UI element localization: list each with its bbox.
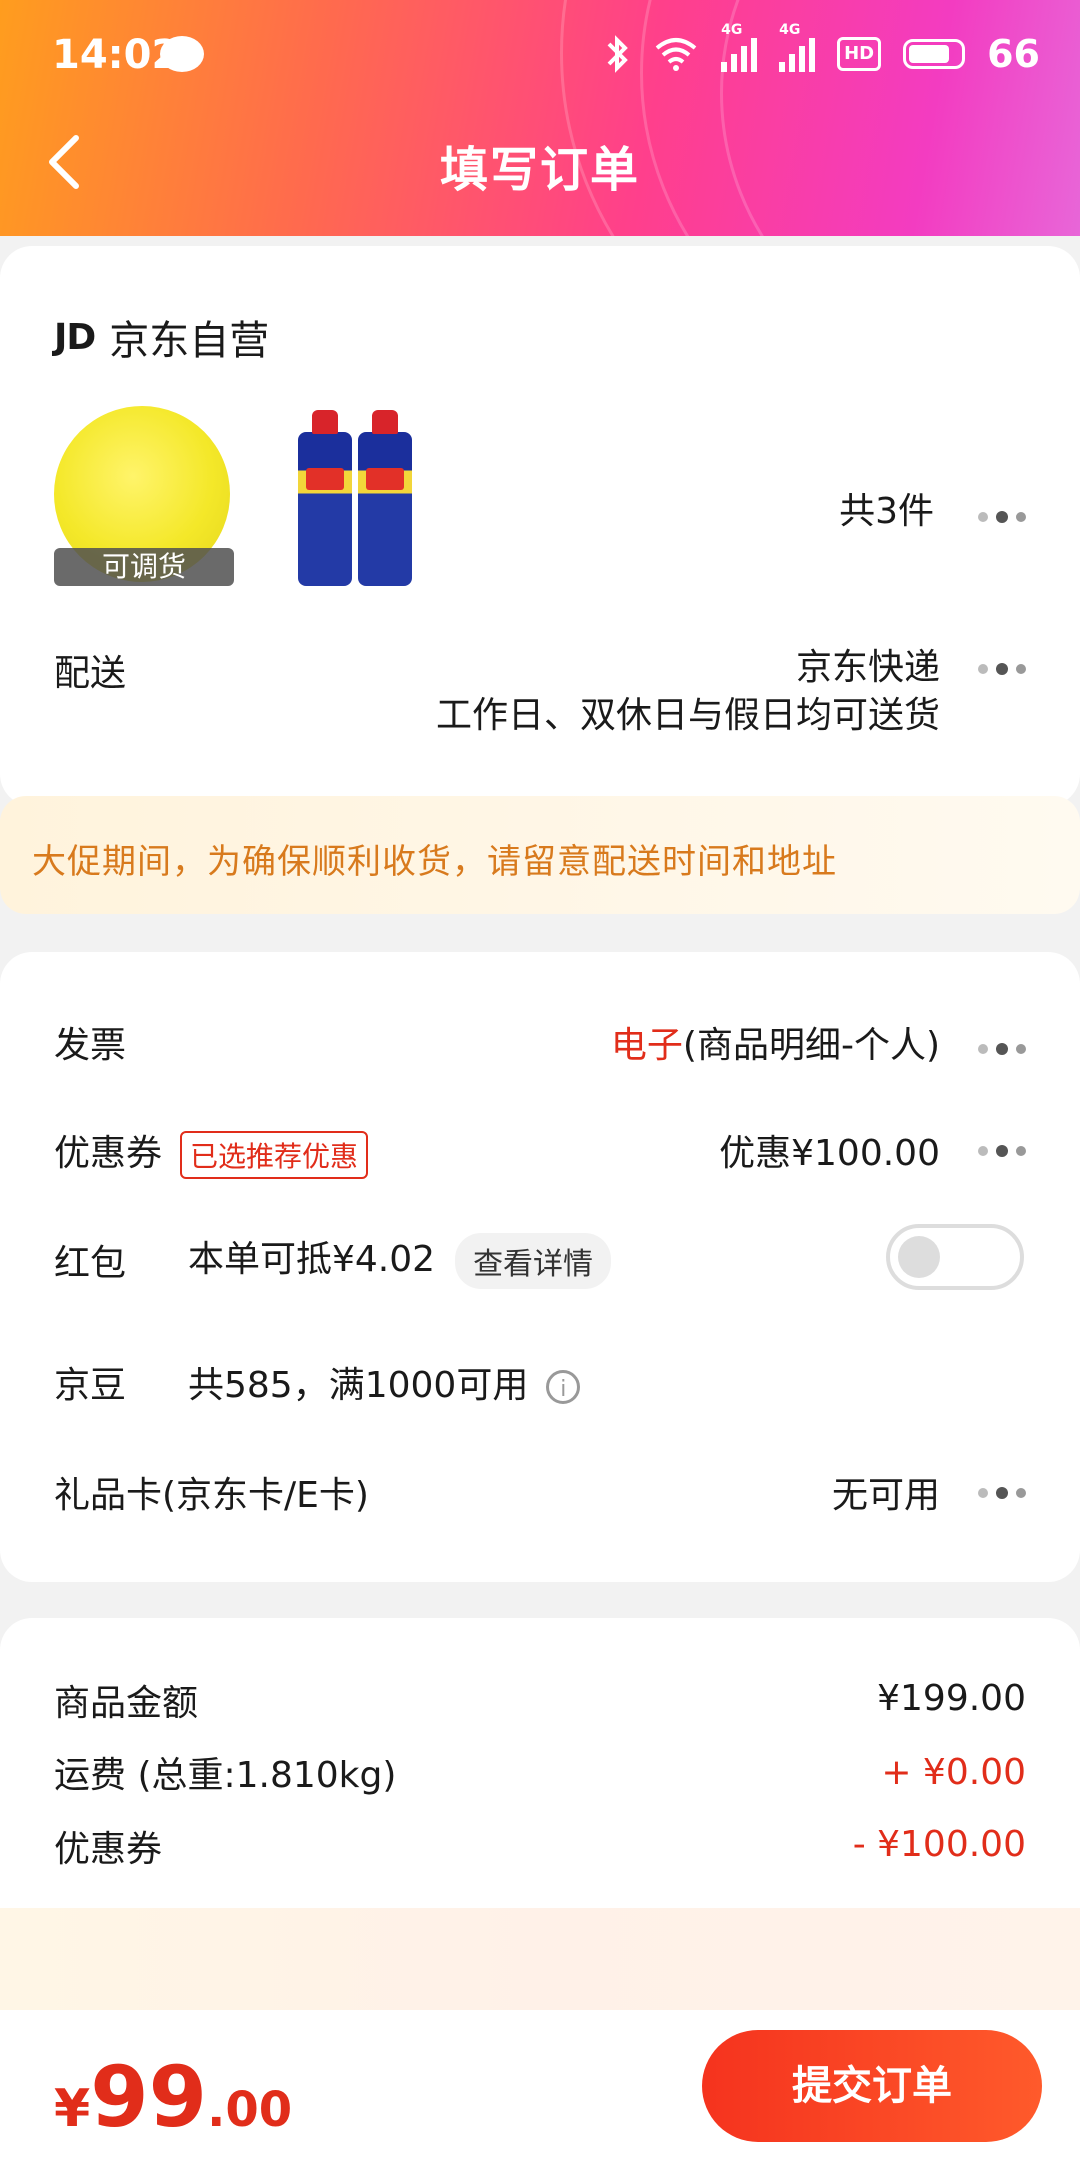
jdbean-info: 共585，满1000可用 i xyxy=(188,1356,581,1408)
order-items-card: JD 京东自营 可调货 共3件 配送 京东快递 工作日、双休日与假日均可送货 xyxy=(0,246,1080,806)
wd40-can-image xyxy=(358,410,412,586)
coupon-discount-value: - ¥100.00 xyxy=(852,1824,1026,1865)
delivery-more-icon[interactable] xyxy=(978,663,1026,676)
blurred-promo-strip xyxy=(0,1908,1080,2016)
delivery-time: 工作日、双休日与假日均可送货 xyxy=(435,695,940,736)
coupon-more-icon[interactable] xyxy=(978,1145,1026,1158)
invoice-value[interactable]: 电子(商品明细-个人) xyxy=(611,1016,940,1068)
jdbean-value: 共585，满1000可用 xyxy=(188,1365,529,1406)
jd-logo: JD xyxy=(54,316,96,358)
giftcard-more-icon[interactable] xyxy=(978,1487,1026,1500)
toggle-knob xyxy=(898,1236,940,1278)
jdbean-label: 京豆 xyxy=(54,1365,127,1406)
coupon-discount-label: 优惠券 xyxy=(54,1829,163,1870)
product-thumbnail-sponge[interactable]: 可调货 xyxy=(54,406,234,586)
redpacket-info: 本单可抵¥4.02 查看详情 xyxy=(188,1230,612,1289)
currency-symbol: ¥ xyxy=(54,2079,91,2139)
promo-notice-text: 大促期间，为确保顺利收货，请留意配送时间和地址 xyxy=(32,842,837,882)
wd40-can-image xyxy=(298,410,352,586)
promo-notice-banner: 大促期间，为确保顺利收货，请留意配送时间和地址 xyxy=(0,796,1080,914)
price-decimal: .00 xyxy=(207,2082,293,2138)
delivery-info[interactable]: 京东快递 工作日、双休日与假日均可送货 xyxy=(436,644,940,740)
coupon-recommended-badge: 已选推荐优惠 xyxy=(180,1131,369,1179)
signal-icon-1: 4G xyxy=(721,22,758,72)
submit-order-button[interactable]: 提交订单 xyxy=(702,2030,1042,2142)
redpacket-value: 本单可抵¥4.02 xyxy=(188,1239,436,1280)
invoice-label: 发票 xyxy=(54,1025,127,1066)
coupon-label: 优惠券 xyxy=(54,1133,163,1174)
giftcard-label: 礼品卡(京东卡/E卡) xyxy=(54,1475,369,1516)
battery-level: 66 xyxy=(987,32,1040,76)
coupon-value[interactable]: 优惠¥100.00 xyxy=(719,1124,940,1176)
more-items-icon[interactable] xyxy=(978,511,1026,524)
wifi-icon xyxy=(655,38,697,71)
invoice-more-icon[interactable] xyxy=(978,1043,1026,1056)
delivery-label: 配送 xyxy=(54,653,127,694)
hd-icon: HD xyxy=(837,37,882,71)
shop-header: JD 京东自营 xyxy=(54,308,269,366)
chat-notification-icon xyxy=(160,36,204,72)
item-count[interactable]: 共3件 xyxy=(839,482,934,534)
bluetooth-icon xyxy=(607,35,628,73)
shop-name: 京东自营 xyxy=(109,318,270,364)
checkout-bar: ¥ 99 .00 提交订单 xyxy=(0,2010,1080,2160)
total-price: ¥ 99 .00 xyxy=(54,2048,292,2146)
goods-amount-label: 商品金额 xyxy=(54,1683,199,1724)
redpacket-label: 红包 xyxy=(54,1243,127,1284)
delivery-company: 京东快递 xyxy=(795,647,940,688)
status-bar: 14:02 4G 4G HD 66 xyxy=(0,0,1080,110)
redpacket-toggle[interactable] xyxy=(886,1224,1024,1290)
page-title: 填写订单 xyxy=(439,142,640,198)
signal-icon-2: 4G xyxy=(779,22,816,72)
transferable-tag: 可调货 xyxy=(54,548,234,586)
goods-amount-value: ¥199.00 xyxy=(877,1678,1026,1719)
freight-label: 运费 (总重:1.810kg) xyxy=(54,1755,397,1796)
freight-value: + ¥0.00 xyxy=(881,1752,1026,1793)
product-thumbnail-wd40[interactable] xyxy=(298,410,418,586)
invoice-type: 电子 xyxy=(610,1025,683,1066)
info-icon[interactable]: i xyxy=(546,1370,581,1404)
redpacket-detail-button[interactable]: 查看详情 xyxy=(455,1233,612,1289)
price-integer: 99 xyxy=(90,2048,208,2146)
invoice-detail: (商品明细-个人) xyxy=(682,1025,940,1066)
battery-icon xyxy=(903,39,966,69)
header-bar: 14:02 4G 4G HD 66 填写订单 xyxy=(0,0,1080,236)
coupon-row[interactable]: 优惠券 已选推荐优惠 xyxy=(54,1124,369,1179)
giftcard-value[interactable]: 无可用 xyxy=(832,1466,940,1518)
